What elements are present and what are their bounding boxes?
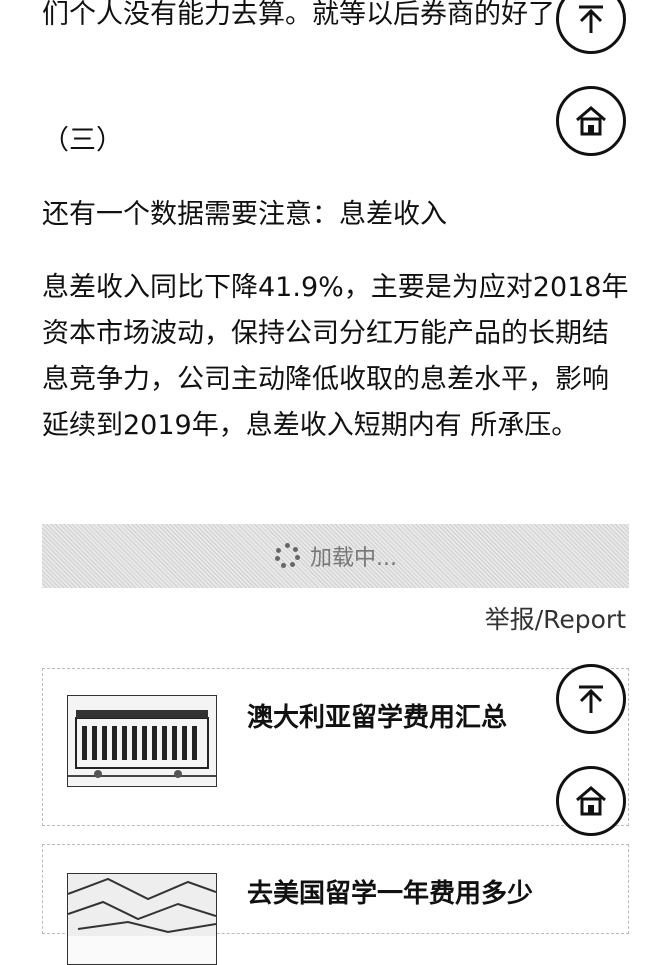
back-to-top-icon xyxy=(579,5,603,33)
article-paragraph: 还有一个数据需要注意：息差收入 xyxy=(42,199,447,230)
load-more-bar[interactable]: 加载中... xyxy=(42,524,629,588)
recommendation-thumbnail xyxy=(67,873,217,965)
home-button[interactable] xyxy=(556,766,626,836)
back-to-top-button[interactable] xyxy=(556,664,626,734)
article-paragraph: 们个人没有能力去算。就等以后券商的好了。 xyxy=(42,0,582,30)
recommendation-card[interactable]: 澳大利亚留学费用汇总 xyxy=(42,668,629,826)
home-icon xyxy=(576,106,606,136)
home-button[interactable] xyxy=(556,86,626,156)
building-image-icon xyxy=(68,696,216,786)
back-to-top-icon xyxy=(579,685,603,713)
back-to-top-button[interactable] xyxy=(556,0,626,54)
article-paragraph: 息差收入同比下降41.9%，主要是为应对2018年资本市场波动，保持公司分红万能… xyxy=(42,272,629,441)
loading-label: 加载中... xyxy=(310,546,397,571)
loading-spinner-icon xyxy=(274,543,300,569)
recommendation-thumbnail xyxy=(67,695,217,787)
section-heading: （三） xyxy=(42,125,123,156)
recommendation-card[interactable]: 去美国留学一年费用多少 xyxy=(42,844,629,965)
recommendation-title[interactable]: 澳大利亚留学费用汇总 xyxy=(247,697,507,734)
currency-image-icon xyxy=(67,874,217,936)
report-link[interactable]: 举报/Report xyxy=(485,600,626,636)
home-icon xyxy=(576,786,606,816)
recommendation-title[interactable]: 去美国留学一年费用多少 xyxy=(247,873,533,910)
